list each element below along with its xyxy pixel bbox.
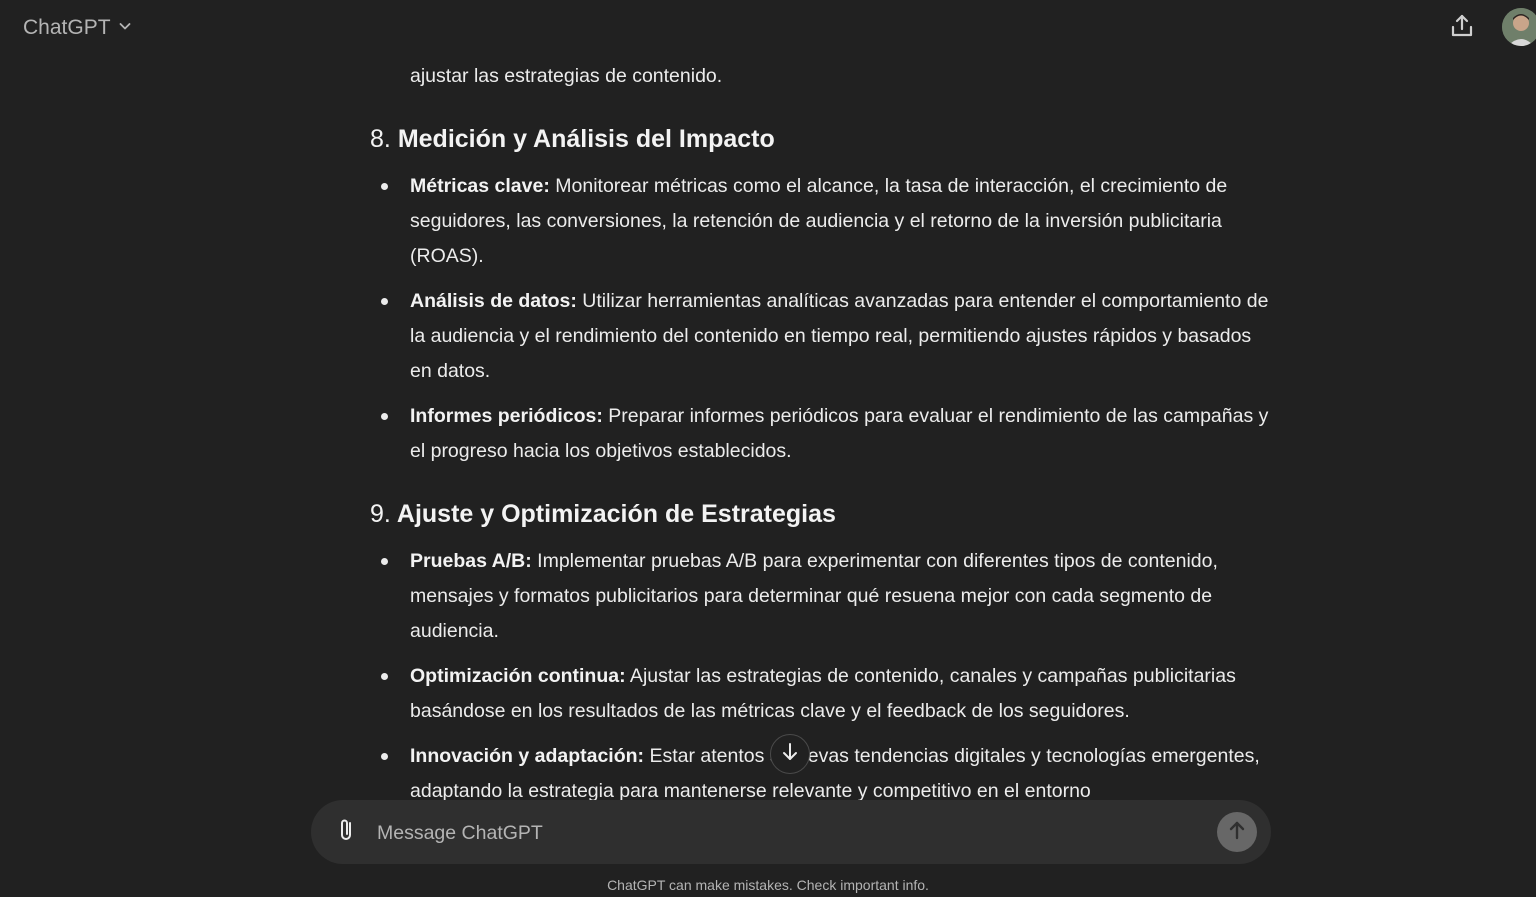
list-item: Optimización continua: Ajustar las estra… (370, 659, 1270, 729)
arrow-down-icon (779, 741, 801, 768)
section-number: 9. (370, 500, 391, 528)
item-label: Análisis de datos: (410, 290, 577, 312)
conversation-area: ajustar las estrategias de contenido. 8.… (0, 0, 1536, 800)
bullet-icon (381, 558, 388, 565)
section-title: Medición y Análisis del Impacto (397, 125, 775, 153)
list-item: Informes periódicos: Preparar informes p… (370, 399, 1270, 469)
section-heading: 8. Medición y Análisis del Impacto (370, 123, 775, 155)
attach-button[interactable] (331, 816, 363, 848)
item-label: Optimización continua: (410, 665, 626, 687)
item-label: Informes periódicos: (410, 405, 603, 427)
paragraph-lead: ajustar las estrategias de contenido. (410, 65, 723, 87)
bullet-icon (381, 753, 388, 760)
list-item: Innovación y adaptación: Estar atentos a… (370, 739, 1270, 800)
chevron-down-icon (117, 18, 133, 39)
item-label: Métricas clave: (410, 175, 550, 197)
paperclip-icon (335, 817, 359, 848)
top-bar: ChatGPT (0, 0, 1536, 56)
section-number: 8. (370, 125, 391, 153)
share-button[interactable] (1442, 9, 1482, 47)
list-item: Pruebas A/B: Implementar pruebas A/B par… (370, 544, 1270, 649)
scroll-to-bottom-button[interactable] (770, 734, 810, 774)
disclaimer-text: ChatGPT can make mistakes. Check importa… (607, 877, 929, 893)
send-button[interactable] (1217, 812, 1257, 852)
section-title: Ajuste y Optimización de Estrategias (396, 500, 836, 528)
list-item: Análisis de datos: Utilizar herramientas… (370, 284, 1270, 389)
item-label: Innovación y adaptación: (410, 745, 645, 767)
share-icon (1449, 13, 1475, 44)
model-switcher-button[interactable]: ChatGPT (14, 10, 142, 46)
bullet-icon (381, 673, 388, 680)
bullet-icon (381, 183, 388, 190)
bullet-list: Pruebas A/B: Implementar pruebas A/B par… (370, 544, 1270, 800)
item-label: Pruebas A/B: (410, 550, 532, 572)
section-heading: 9. Ajuste y Optimización de Estrategias (370, 498, 836, 530)
message-input[interactable] (375, 812, 1209, 854)
bullet-icon (381, 298, 388, 305)
list-item: Métricas clave: Monitorear métricas como… (370, 169, 1270, 274)
user-avatar[interactable] (1502, 8, 1536, 46)
message-composer (311, 800, 1271, 864)
arrow-up-icon (1226, 819, 1248, 846)
item-text: Implementar pruebas A/B para experimenta… (410, 550, 1218, 642)
model-name: ChatGPT (23, 16, 111, 39)
bullet-list: Métricas clave: Monitorear métricas como… (370, 169, 1270, 479)
bullet-icon (381, 413, 388, 420)
